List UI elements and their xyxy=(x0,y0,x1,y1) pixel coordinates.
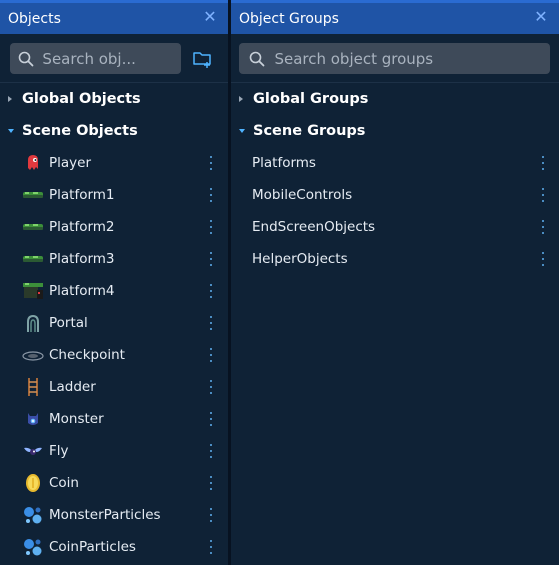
list-item[interactable]: Ladder xyxy=(0,371,228,403)
scene-groups-header[interactable]: Scene Groups xyxy=(231,115,559,147)
checkpoint-icon xyxy=(22,344,44,366)
search-icon xyxy=(239,51,274,67)
more-options-icon[interactable] xyxy=(209,348,213,362)
more-options-icon[interactable] xyxy=(209,252,213,266)
more-options-icon[interactable] xyxy=(209,220,213,234)
more-options-icon[interactable] xyxy=(209,316,213,330)
more-options-icon[interactable] xyxy=(209,444,213,458)
chevron-right-icon xyxy=(8,96,22,102)
groups-search-input[interactable] xyxy=(274,49,550,68)
objects-panel-title: Objects xyxy=(8,10,61,27)
more-options-icon[interactable] xyxy=(541,156,545,170)
object-label: Platform1 xyxy=(49,187,115,203)
groups-panel-title: Object Groups xyxy=(239,10,339,27)
object-label: Fly xyxy=(49,443,69,459)
list-item[interactable]: Fly xyxy=(0,435,228,467)
list-item[interactable]: Platforms xyxy=(231,147,559,179)
groups-search-box[interactable] xyxy=(239,43,550,74)
list-item[interactable]: Platform2 xyxy=(0,211,228,243)
list-item[interactable]: Player xyxy=(0,147,228,179)
objects-search-box[interactable] xyxy=(10,43,181,74)
objects-list: Player Platform1 Platform2 Platform3 Platfor… xyxy=(0,147,228,563)
scene-groups-label: Scene Groups xyxy=(253,123,366,139)
global-objects-label: Global Objects xyxy=(22,91,141,107)
more-options-icon[interactable] xyxy=(209,508,213,522)
object-label: Portal xyxy=(49,315,88,331)
more-options-icon[interactable] xyxy=(209,476,213,490)
objects-search-input[interactable] xyxy=(42,49,181,68)
more-options-icon[interactable] xyxy=(209,284,213,298)
chevron-down-icon xyxy=(239,129,253,133)
chevron-right-icon xyxy=(239,96,253,102)
close-icon[interactable]: ✕ xyxy=(533,9,549,25)
objects-panel: Objects ✕ Global Objects Scene Objects P… xyxy=(0,0,228,565)
add-folder-icon[interactable] xyxy=(192,49,214,69)
platform-icon xyxy=(22,248,44,270)
list-item[interactable]: Platform3 xyxy=(0,243,228,275)
object-label: Platform3 xyxy=(49,251,115,267)
coin-icon xyxy=(22,472,44,494)
object-label: Platform4 xyxy=(49,283,115,299)
list-item[interactable]: Platform4 xyxy=(0,275,228,307)
monster-icon xyxy=(22,408,44,430)
object-label: Ladder xyxy=(49,379,96,395)
more-options-icon[interactable] xyxy=(209,412,213,426)
search-icon xyxy=(10,51,42,67)
list-item[interactable]: EndScreenObjects xyxy=(231,211,559,243)
list-item[interactable]: MobileControls xyxy=(231,179,559,211)
fly-icon xyxy=(22,440,44,462)
global-groups-label: Global Groups xyxy=(253,91,369,107)
list-item[interactable]: Portal xyxy=(0,307,228,339)
groups-panel-titlebar[interactable]: Object Groups ✕ xyxy=(231,0,559,34)
global-objects-header[interactable]: Global Objects xyxy=(0,83,228,115)
object-label: Platform2 xyxy=(49,219,115,235)
objects-panel-titlebar[interactable]: Objects ✕ xyxy=(0,0,228,34)
close-icon[interactable]: ✕ xyxy=(202,9,218,25)
platform-icon xyxy=(22,184,44,206)
global-groups-header[interactable]: Global Groups xyxy=(231,83,559,115)
group-label: MobileControls xyxy=(252,187,353,203)
particles-icon xyxy=(22,504,44,526)
more-options-icon[interactable] xyxy=(209,156,213,170)
group-label: HelperObjects xyxy=(252,251,348,267)
group-label: Platforms xyxy=(252,155,316,171)
more-options-icon[interactable] xyxy=(209,540,213,554)
more-options-icon[interactable] xyxy=(209,188,213,202)
list-item[interactable]: Checkpoint xyxy=(0,339,228,371)
platform-icon xyxy=(22,216,44,238)
more-options-icon[interactable] xyxy=(541,252,545,266)
list-item[interactable]: HelperObjects xyxy=(231,243,559,275)
list-item[interactable]: CoinParticles xyxy=(0,531,228,563)
more-options-icon[interactable] xyxy=(209,380,213,394)
more-options-icon[interactable] xyxy=(541,220,545,234)
list-item[interactable]: Platform1 xyxy=(0,179,228,211)
object-label: Checkpoint xyxy=(49,347,125,363)
player-icon xyxy=(22,152,44,174)
object-label: Monster xyxy=(49,411,104,427)
chevron-down-icon xyxy=(8,129,22,133)
group-label: EndScreenObjects xyxy=(252,219,376,235)
portal-icon xyxy=(22,312,44,334)
groups-list: Platforms MobileControls EndScreenObjects H… xyxy=(231,147,559,275)
platform-tile-icon xyxy=(22,280,44,302)
object-label: CoinParticles xyxy=(49,539,136,555)
list-item[interactable]: Monster xyxy=(0,403,228,435)
list-item[interactable]: MonsterParticles xyxy=(0,499,228,531)
more-options-icon[interactable] xyxy=(541,188,545,202)
object-label: MonsterParticles xyxy=(49,507,161,523)
particles-icon xyxy=(22,536,44,558)
ladder-icon xyxy=(22,376,44,398)
object-groups-panel: Object Groups ✕ Global Groups Scene Grou… xyxy=(231,0,559,565)
scene-objects-label: Scene Objects xyxy=(22,123,138,139)
scene-objects-header[interactable]: Scene Objects xyxy=(0,115,228,147)
object-label: Coin xyxy=(49,475,79,491)
object-label: Player xyxy=(49,155,92,171)
list-item[interactable]: Coin xyxy=(0,467,228,499)
